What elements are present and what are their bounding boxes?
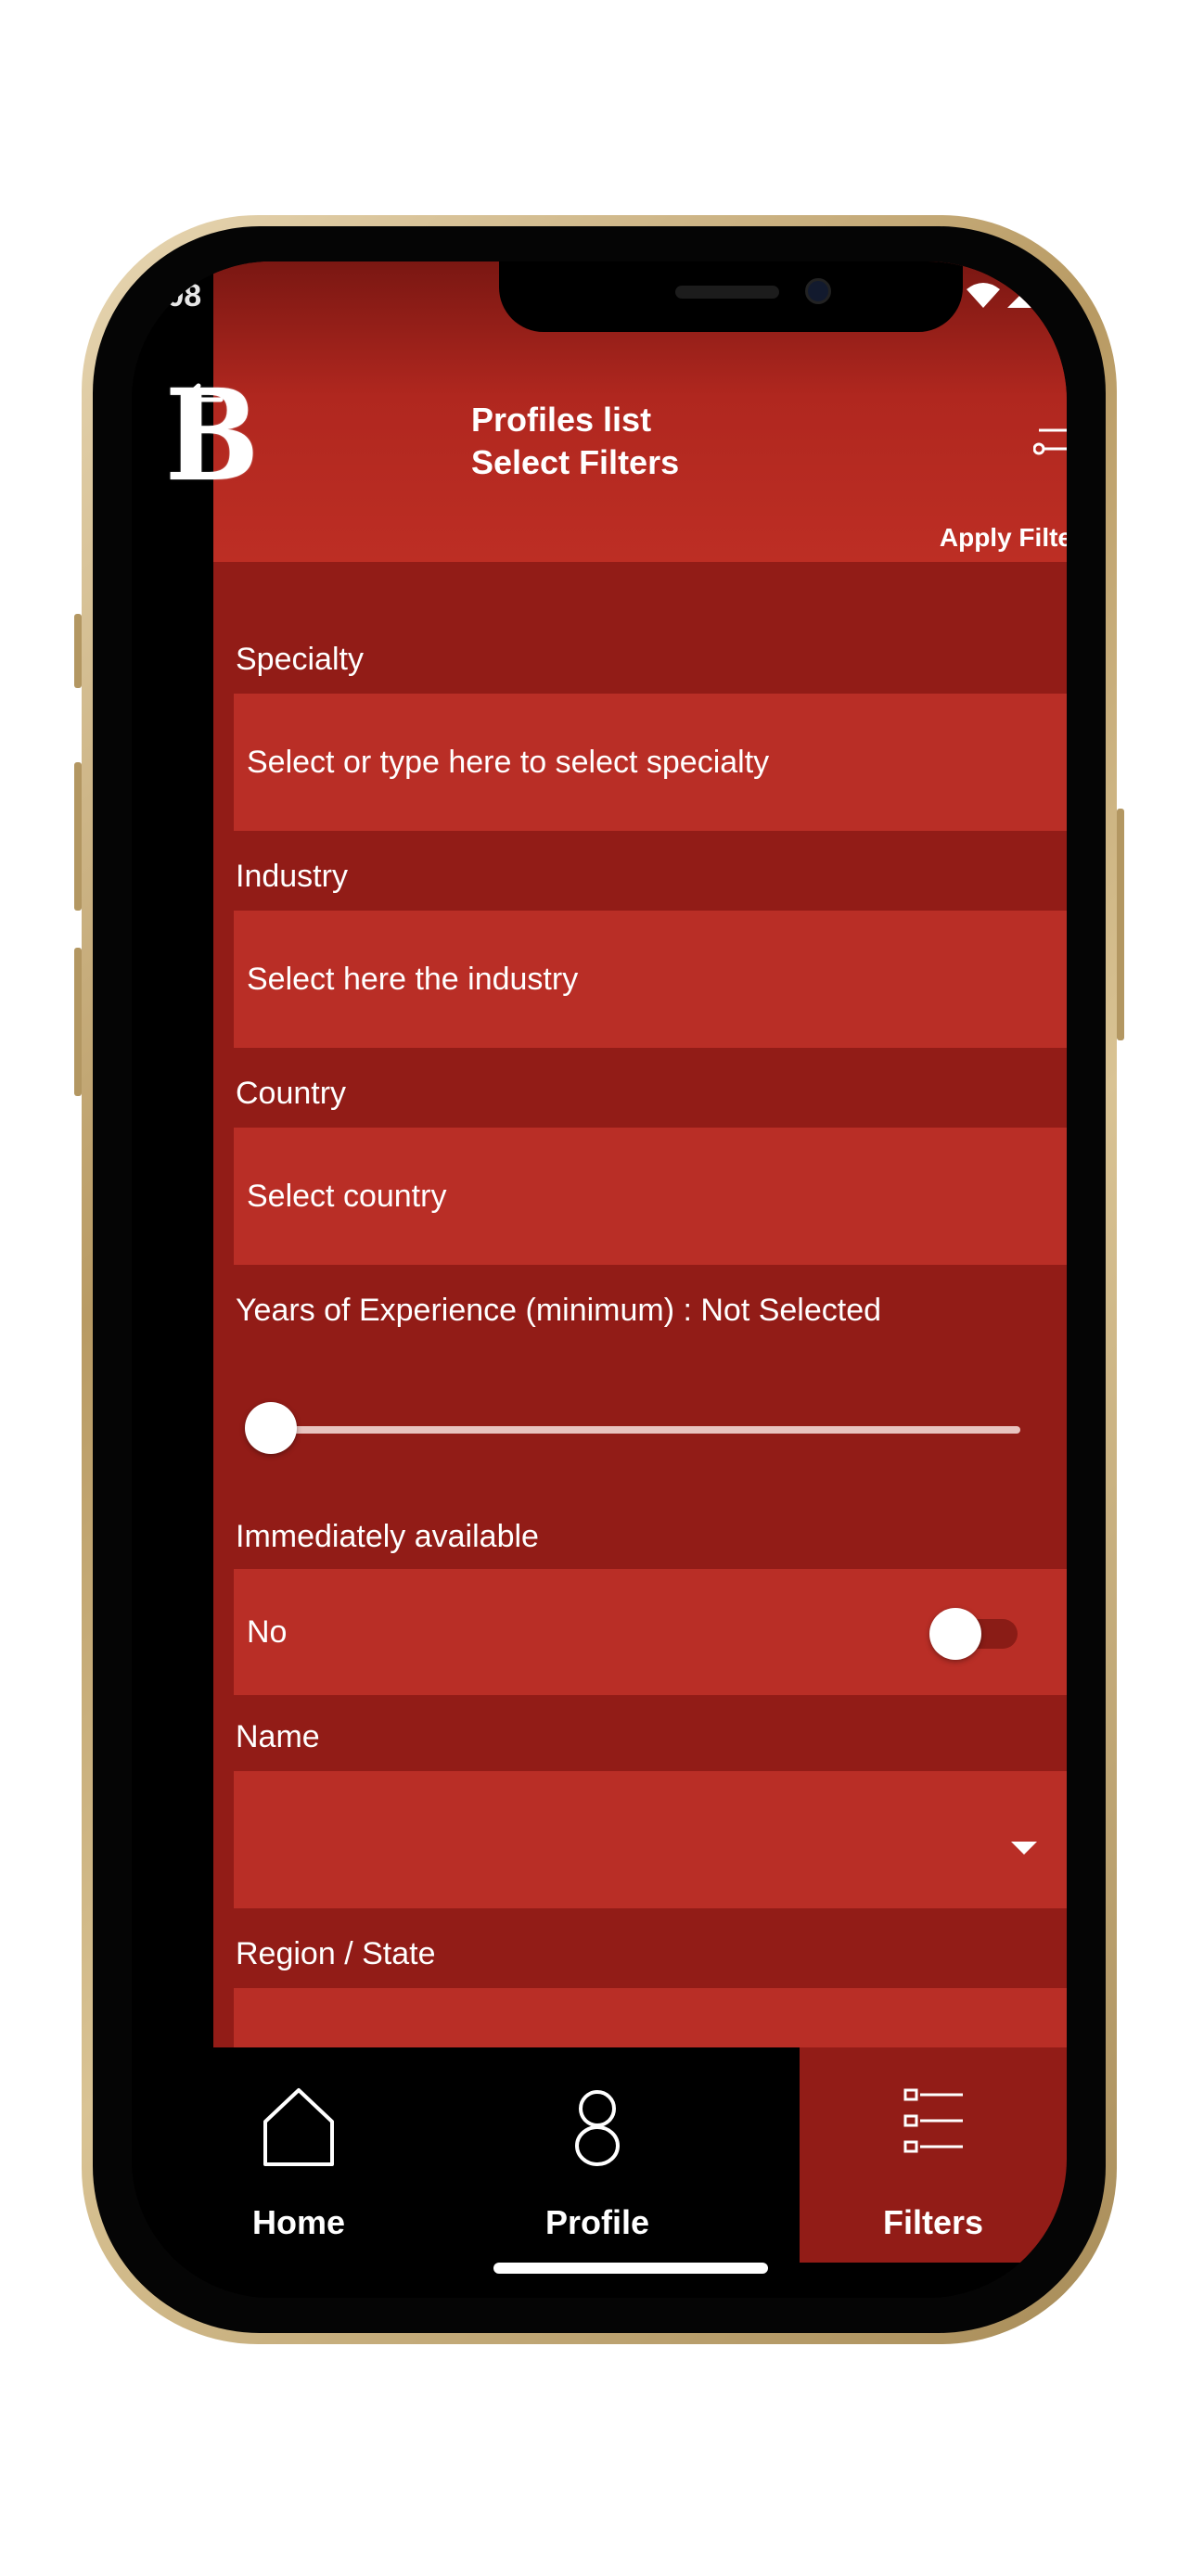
- industry-label: Industry: [236, 859, 348, 894]
- industry-placeholder: Select here the industry: [247, 961, 579, 997]
- home-icon: [263, 2088, 334, 2166]
- wifi-signal-icon: [967, 283, 1046, 308]
- status-icons: [965, 280, 1048, 319]
- back-arrow-icon[interactable]: [176, 375, 226, 425]
- notch: [499, 261, 963, 332]
- nav-filters-label: Filters: [882, 2203, 984, 2241]
- availability-label: Immediately available: [236, 1519, 539, 1554]
- front-camera: [805, 278, 831, 304]
- country-label: Country: [236, 1076, 347, 1111]
- nav-home[interactable]: Home: [132, 2047, 466, 2263]
- filter-settings-icon[interactable]: [1033, 421, 1067, 467]
- bottom-navigation: Home Profile Filters: [132, 2047, 1067, 2298]
- experience-slider-track[interactable]: [271, 1426, 1020, 1434]
- home-indicator[interactable]: [493, 2263, 768, 2274]
- name-dropdown[interactable]: [234, 1771, 1067, 1908]
- volume-down-button: [74, 948, 82, 1096]
- nav-profile[interactable]: Profile: [430, 2047, 764, 2263]
- experience-label: Years of Experience (minimum) : Not Sele…: [236, 1293, 882, 1328]
- specialty-label: Specialty: [236, 642, 364, 677]
- country-input[interactable]: Select country: [234, 1128, 1067, 1265]
- availability-toggle[interactable]: [929, 1608, 981, 1660]
- nav-filters[interactable]: Filters: [800, 2047, 1067, 2263]
- availability-value: No: [247, 1613, 288, 1650]
- power-button: [1117, 809, 1124, 1040]
- title-line-1: Profiles list: [471, 401, 652, 439]
- apply-filters-button[interactable]: Apply Filte: [940, 523, 1067, 553]
- industry-input[interactable]: Select here the industry: [234, 911, 1067, 1048]
- nav-profile-label: Profile: [544, 2203, 650, 2241]
- country-placeholder: Select country: [247, 1178, 447, 1214]
- title-line-2: Select Filters: [471, 443, 680, 481]
- volume-up-button: [74, 762, 82, 911]
- region-label: Region / State: [236, 1936, 436, 1971]
- page-title: Profiles list Select Filters: [471, 399, 679, 484]
- speaker: [675, 286, 779, 299]
- chevron-down-icon[interactable]: [1011, 1842, 1037, 1855]
- name-label: Name: [236, 1719, 320, 1754]
- experience-slider-thumb[interactable]: [245, 1402, 297, 1454]
- specialty-input[interactable]: Select or type here to select specialty: [234, 694, 1067, 831]
- profile-icon: [575, 2090, 620, 2166]
- mute-switch: [74, 614, 82, 688]
- filters-list-icon: [903, 2088, 963, 2153]
- app-view: :08 B Profiles list Select Filters Apply…: [132, 261, 1067, 2298]
- screen: :08 B Profiles list Select Filters Apply…: [132, 261, 1067, 2298]
- specialty-placeholder: Select or type here to select specialty: [247, 744, 770, 780]
- screen-edge: [132, 261, 213, 2298]
- status-time: :08: [156, 278, 202, 313]
- phone-frame: :08 B Profiles list Select Filters Apply…: [74, 215, 1124, 2344]
- nav-home-label: Home: [251, 2203, 346, 2241]
